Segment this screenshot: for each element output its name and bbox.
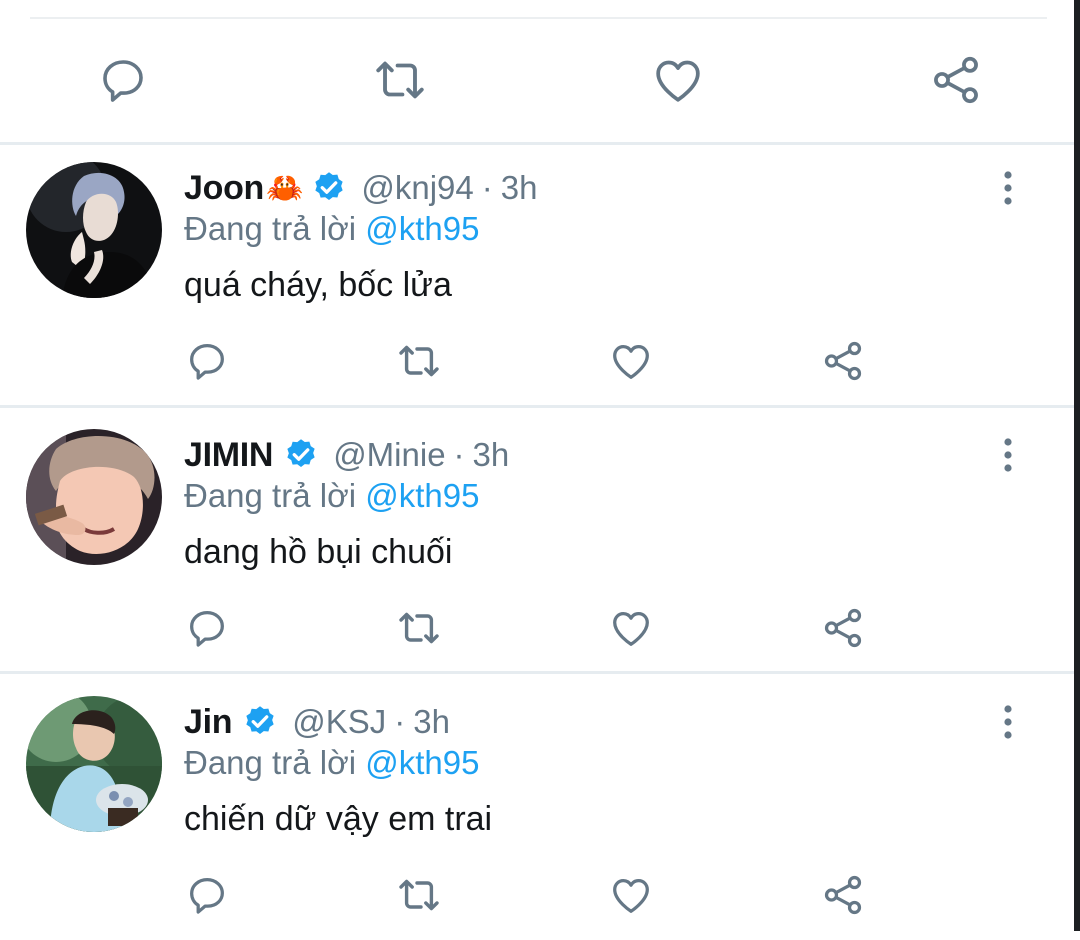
crab-emoji: 🦀 [266,171,304,205]
share-button[interactable] [818,870,868,920]
retweet-icon [399,879,439,911]
tweet-header: Joon 🦀 @knj94 · 3h [184,166,537,210]
like-button[interactable] [648,50,708,110]
replying-to: Đang trả lời @kth95 [184,744,479,782]
more-vertical-icon [1004,705,1012,739]
tweet-text: dang hồ bụi chuối [184,533,453,571]
reply-tweet[interactable]: JIMIN @Minie · 3h Đang trả lời @kth95 da… [0,411,1074,673]
replying-to: Đang trả lời @kth95 [184,210,479,248]
reply-button[interactable] [182,336,232,386]
heart-icon [613,611,649,646]
divider [0,405,1080,408]
retweet-button[interactable] [394,603,444,653]
like-button[interactable] [606,870,656,920]
share-icon [934,56,978,104]
divider [0,671,1080,674]
mention-link[interactable]: @kth95 [365,744,479,781]
reply-icon [190,878,224,914]
retweet-button[interactable] [394,336,444,386]
user-handle[interactable]: @KSJ [292,703,386,741]
share-icon [824,875,862,915]
tweet-header: JIMIN @Minie · 3h [184,433,509,477]
more-vertical-icon [1004,171,1012,205]
share-button[interactable] [926,50,986,110]
reply-prefix: Đang trả lời [184,210,357,247]
like-button[interactable] [606,603,656,653]
reply-button[interactable] [182,870,232,920]
timestamp[interactable]: 3h [501,169,538,207]
more-options-button[interactable] [988,166,1028,210]
heart-icon [656,60,700,102]
reply-icon [103,60,143,102]
retweet-icon [376,61,424,99]
more-vertical-icon [1004,438,1012,472]
verified-badge-icon [246,706,274,734]
mention-link[interactable]: @kth95 [365,210,479,247]
share-icon [824,608,862,648]
retweet-icon [399,345,439,377]
share-button[interactable] [818,336,868,386]
tweet-header: Jin @KSJ · 3h [184,700,450,744]
user-handle[interactable]: @Minie [333,436,445,474]
reply-tweet[interactable]: Joon 🦀 @knj94 · 3h Đang trả lời @kth95 q… [0,144,1074,406]
reply-prefix: Đang trả lời [184,744,357,781]
tweet-text: chiến dữ vậy em trai [184,800,493,838]
like-button[interactable] [606,336,656,386]
display-name[interactable]: Joon [184,169,264,208]
retweet-button[interactable] [370,50,430,110]
verified-badge-icon [315,172,344,200]
more-options-button[interactable] [988,433,1028,477]
reply-prefix: Đang trả lời [184,477,357,514]
avatar[interactable] [26,429,162,565]
mention-link[interactable]: @kth95 [365,477,479,514]
replying-to: Đang trả lời @kth95 [184,477,479,515]
heart-icon [613,344,649,379]
reply-tweet[interactable]: Jin @KSJ · 3h Đang trả lời @kth95 chiến … [0,678,1074,940]
verified-badge-icon [287,439,315,467]
heart-icon [613,878,649,913]
user-handle[interactable]: @knj94 [361,169,473,207]
separator-dot: · [453,436,465,473]
retweet-icon [399,612,439,644]
retweet-button[interactable] [394,870,444,920]
timestamp[interactable]: 3h [413,703,450,741]
separator-dot: · [481,169,493,206]
tweet-text: quá cháy, bốc lửa [184,266,452,304]
avatar[interactable] [26,696,162,832]
avatar[interactable] [26,162,162,298]
separator-dot: · [394,703,406,740]
more-options-button[interactable] [988,700,1028,744]
display-name[interactable]: Jin [184,703,233,742]
share-icon [824,341,862,381]
share-button[interactable] [818,603,868,653]
reply-icon [190,611,224,647]
reply-button[interactable] [93,50,153,110]
timestamp[interactable]: 3h [473,436,510,474]
main-tweet-actions [0,40,1080,120]
screen-edge [1074,0,1080,931]
reply-button[interactable] [182,603,232,653]
top-divider [30,17,1047,19]
display-name[interactable]: JIMIN [184,436,273,475]
reply-icon [190,344,224,380]
